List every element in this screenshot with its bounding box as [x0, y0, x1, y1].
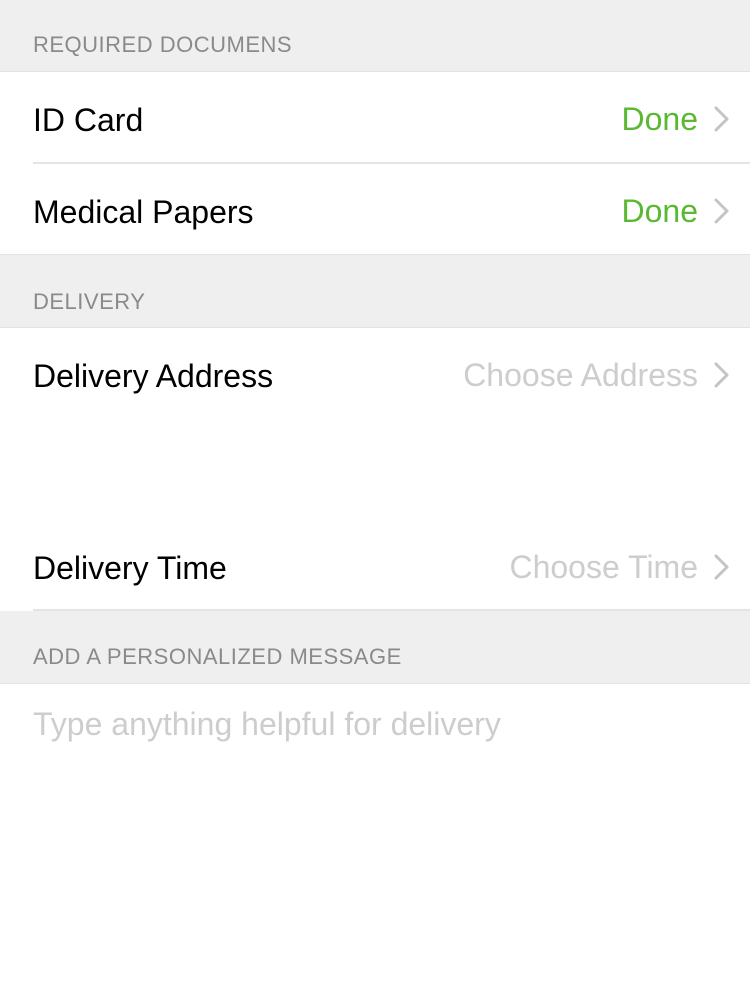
personalized-message-header: ADD A PERSONALIZED MESSAGE	[0, 611, 750, 684]
medical-papers-row[interactable]: Medical Papers Done	[0, 164, 750, 254]
delivery-header: DELIVERY	[0, 254, 750, 328]
status-done: Done	[621, 193, 699, 229]
chevron-right-icon	[714, 362, 729, 388]
status-done: Done	[621, 101, 699, 137]
chevron-right-icon	[714, 106, 729, 132]
choose-time-placeholder: Choose Time	[509, 549, 698, 585]
choose-address-placeholder: Choose Address	[463, 357, 698, 393]
row-label: Medical Papers	[33, 194, 254, 230]
personalized-message-input[interactable]	[33, 700, 723, 748]
section-title: ADD A PERSONALIZED MESSAGE	[33, 644, 402, 669]
row-label: ID Card	[33, 102, 144, 138]
delivery-time-row[interactable]: Delivery Time Choose Time	[0, 520, 750, 610]
chevron-right-icon	[714, 554, 729, 580]
row-label: Delivery Address	[33, 358, 274, 394]
row-label: Delivery Time	[33, 550, 227, 586]
delivery-address-row[interactable]: Delivery Address Choose Address	[0, 328, 750, 423]
section-title: DELIVERY	[33, 289, 146, 314]
required-documents-header: REQUIRED DOCUMENS	[0, 0, 750, 72]
section-title: REQUIRED DOCUMENS	[33, 32, 293, 57]
chevron-right-icon	[714, 198, 729, 224]
id-card-row[interactable]: ID Card Done	[0, 72, 750, 163]
